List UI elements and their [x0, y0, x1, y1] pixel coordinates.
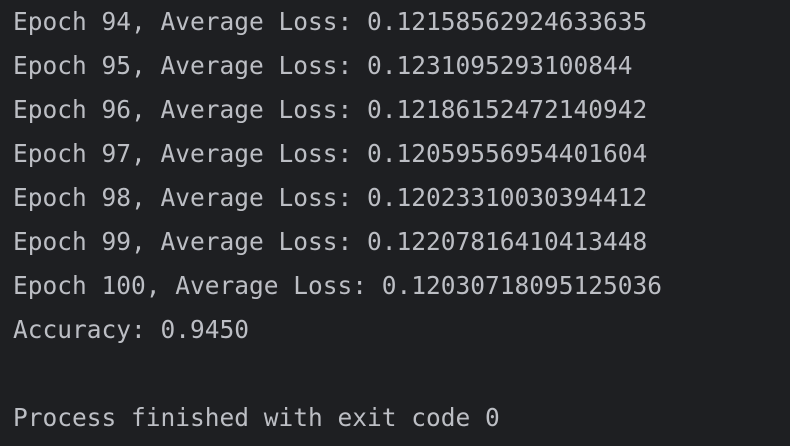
console-line-epoch-94: Epoch 94, Average Loss: 0.12158562924633…: [13, 7, 648, 36]
console-line-epoch-100: Epoch 100, Average Loss: 0.1203071809512…: [13, 271, 663, 300]
console-line-process-finished: Process finished with exit code 0: [13, 403, 500, 432]
console-line-epoch-99: Epoch 99, Average Loss: 0.12207816410413…: [13, 227, 648, 256]
console-panel[interactable]: Epoch 94, Average Loss: 0.12158562924633…: [0, 0, 790, 446]
console-line-epoch-98: Epoch 98, Average Loss: 0.12023310030394…: [13, 183, 648, 212]
console-line-epoch-97: Epoch 97, Average Loss: 0.12059556954401…: [13, 139, 648, 168]
console-line-epoch-96: Epoch 96, Average Loss: 0.12186152472140…: [13, 95, 648, 124]
console-output: Epoch 94, Average Loss: 0.12158562924633…: [13, 0, 790, 440]
console-line-epoch-95: Epoch 95, Average Loss: 0.12310952931008…: [13, 51, 633, 80]
console-line-accuracy: Accuracy: 0.9450: [13, 315, 250, 344]
console-line-blank: [13, 352, 790, 396]
